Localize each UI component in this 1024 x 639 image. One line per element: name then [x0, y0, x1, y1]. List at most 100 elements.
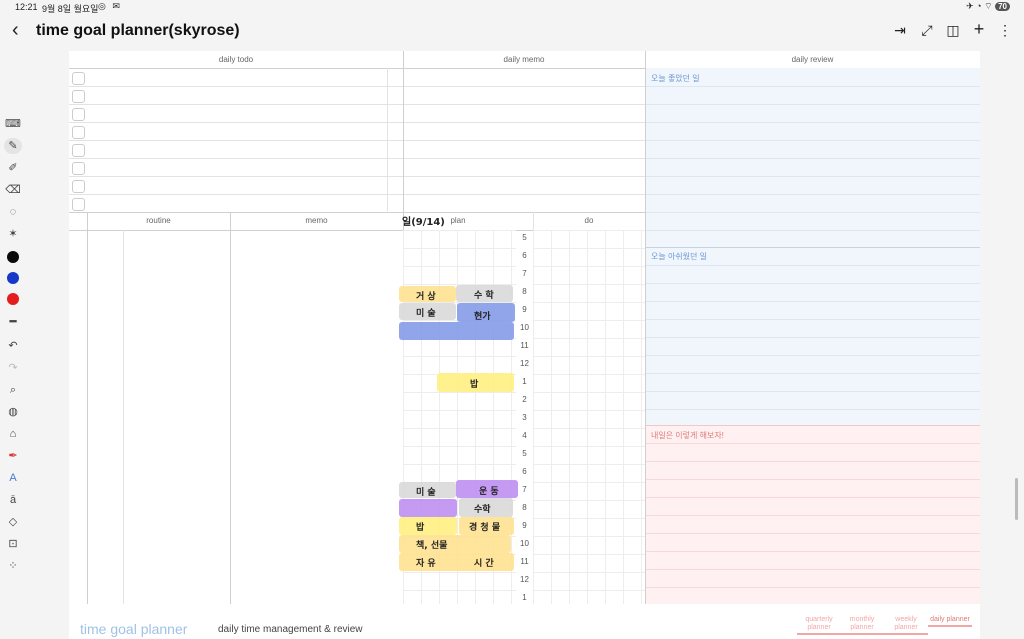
redo-icon[interactable]: ↷	[4, 360, 22, 376]
fullscreen-icon[interactable]: ⤢	[918, 22, 936, 39]
app-toolbar: ‹ time goal planner(skyrose) ⇥ ⤢ ◫ + ⋮	[0, 14, 1024, 50]
reading-mode-icon[interactable]: ◫	[944, 22, 962, 39]
tab-daily-planner[interactable]: daily planner	[928, 616, 972, 627]
sticker-icon[interactable]: ◍	[4, 404, 22, 420]
tab-weekly-planner[interactable]: weekly planner	[884, 616, 928, 635]
hour-label: 1	[522, 593, 527, 602]
hour-label: 7	[522, 269, 527, 278]
text-icon[interactable]: A	[4, 470, 22, 486]
textbox-icon[interactable]: ā	[4, 492, 22, 508]
hour-label: 6	[522, 467, 527, 476]
handwritten-text: 밥	[470, 380, 479, 390]
add-page-icon[interactable]: +	[970, 19, 988, 40]
plan-block[interactable]	[399, 322, 514, 340]
memo-header: memo	[305, 216, 328, 225]
hour-label: 2	[522, 395, 527, 404]
undo-icon[interactable]: ↶	[4, 338, 22, 354]
planner-page: daily todo daily memo daily review 오늘 좋았…	[69, 51, 980, 639]
todo-checkbox[interactable]	[72, 108, 85, 121]
zoom-icon[interactable]: ⌕	[4, 382, 22, 398]
eraser-icon[interactable]: ⌫	[4, 182, 22, 198]
plan-block[interactable]	[399, 499, 457, 517]
hour-label: 11	[520, 341, 529, 350]
todo-checkbox[interactable]	[72, 180, 85, 193]
handwritten-text: 시 간	[474, 559, 494, 569]
handwritten-date: 일(9/14)	[402, 217, 445, 228]
hour-label: 10	[520, 323, 529, 332]
footer-brand: time goal planner	[80, 621, 188, 637]
more-tools-icon[interactable]: ⁘	[4, 558, 22, 574]
shape-icon[interactable]: ✶	[4, 226, 22, 242]
hour-label: 3	[522, 413, 527, 422]
routine-header: routine	[146, 216, 171, 225]
todo-checkbox[interactable]	[72, 162, 85, 175]
lock-icon[interactable]: ⊡	[4, 536, 22, 552]
hour-label: 7	[522, 485, 527, 494]
color-black-swatch[interactable]	[7, 251, 19, 263]
daily-memo-header: daily memo	[503, 55, 545, 64]
review-regret-label: 오늘 아쉬웠던 일	[651, 252, 707, 261]
handwritten-text: 수 학	[474, 291, 494, 301]
handwritten-text: 수학	[474, 505, 491, 515]
hour-label: 5	[522, 449, 527, 458]
tab-label: weekly planner	[894, 616, 918, 631]
hour-label: 10	[520, 539, 529, 548]
marker-icon[interactable]: ✒	[4, 448, 22, 464]
hour-label: 12	[520, 359, 529, 368]
handwritten-text: 거 상	[416, 292, 436, 302]
handwritten-text: 자 유	[416, 559, 436, 569]
hour-label: 12	[520, 575, 529, 584]
hour-label: 5	[522, 233, 527, 242]
handwritten-text: 미 술	[416, 488, 436, 498]
battery-badge: 70	[995, 2, 1010, 11]
status-bar: 12:21 9월 8일 월요일 ◎ ✉ ✈ ◔ ⌔ 70	[0, 0, 1024, 14]
tab-label: daily planner	[930, 616, 970, 623]
export-icon[interactable]: ⇥	[891, 22, 909, 39]
handwritten-text: 미 술	[416, 309, 436, 319]
review-tomorrow-label: 내일은 이렇게 해보자!	[651, 431, 724, 440]
page-scrollbar[interactable]	[1015, 478, 1018, 520]
hour-label: 8	[522, 503, 527, 512]
handwritten-text: 밥	[416, 523, 425, 533]
lasso-icon[interactable]: ◌	[4, 204, 22, 220]
image-icon[interactable]: ⌂	[4, 426, 22, 442]
system-indicators: ✈ ◔ ⌔ 70	[966, 1, 1010, 12]
plan-block[interactable]	[399, 517, 457, 535]
handwritten-text: 경 청 물	[469, 523, 501, 533]
hour-label: 4	[522, 431, 527, 440]
status-time: 12:21	[15, 2, 38, 12]
highlighter-icon[interactable]: ✐	[4, 160, 22, 176]
more-icon[interactable]: ⋮	[996, 22, 1014, 39]
handwritten-text: 책, 선물	[416, 541, 448, 551]
handwritten-text: 운 동	[479, 487, 499, 497]
color-blue-swatch[interactable]	[7, 272, 19, 284]
review-good-label: 오늘 좋았던 일	[651, 74, 700, 83]
hour-label: 11	[520, 557, 529, 566]
tab-label: monthly planner	[849, 616, 875, 631]
shapes-icon[interactable]: ◇	[4, 514, 22, 530]
do-grid[interactable]	[533, 230, 645, 604]
hour-label: 1	[522, 377, 527, 386]
daily-todo-header: daily todo	[218, 55, 254, 64]
hour-label: 6	[522, 251, 527, 260]
handwritten-text: 현가	[474, 312, 491, 322]
back-icon[interactable]: ‹	[12, 20, 19, 40]
todo-checkbox[interactable]	[72, 90, 85, 103]
page-title: time goal planner(skyrose)	[36, 22, 240, 39]
keyboard-icon[interactable]: ⌨	[4, 116, 22, 132]
todo-checkbox[interactable]	[72, 126, 85, 139]
tab-label: quarterly planner	[805, 616, 833, 631]
color-red-swatch[interactable]	[7, 293, 19, 305]
tab-quarterly-planner[interactable]: quarterly planner	[797, 616, 841, 635]
tab-monthly-planner[interactable]: monthly planner	[840, 616, 884, 635]
hour-label: 9	[522, 521, 527, 530]
line-width-icon[interactable]: ━	[4, 314, 22, 330]
footer-subtitle: daily time management & review	[218, 624, 363, 635]
hour-label: 8	[522, 287, 527, 296]
todo-checkbox[interactable]	[72, 198, 85, 211]
pen-icon[interactable]: ✎	[4, 138, 22, 154]
do-header: do	[584, 216, 594, 225]
daily-review-header: daily review	[791, 55, 834, 64]
todo-checkbox[interactable]	[72, 144, 85, 157]
todo-checkbox[interactable]	[72, 72, 85, 85]
